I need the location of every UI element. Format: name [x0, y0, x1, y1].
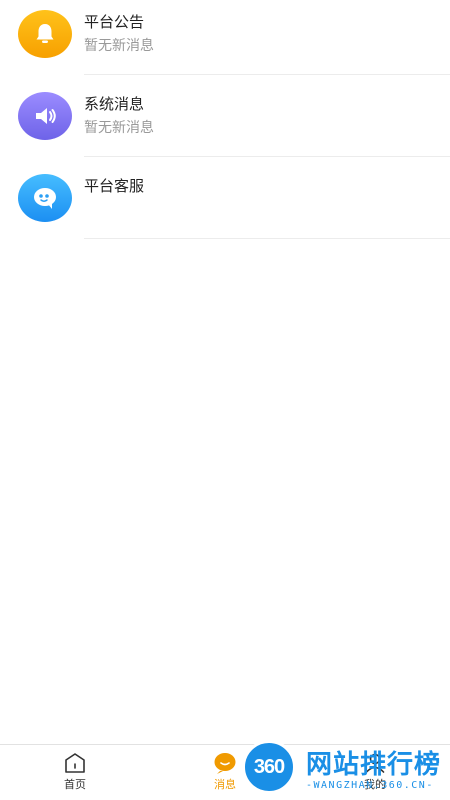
- message-item-announcement[interactable]: 平台公告 暂无新消息: [0, 0, 450, 82]
- tab-home[interactable]: 首页: [30, 745, 120, 800]
- message-subtitle: 暂无新消息: [84, 120, 154, 136]
- chat-bubble-icon: [18, 174, 72, 222]
- profile-icon: [363, 752, 387, 774]
- message-title: 平台公告: [84, 13, 145, 31]
- message-icon: [213, 752, 237, 774]
- divider: [84, 156, 450, 157]
- divider: [84, 238, 450, 239]
- bell-icon: [18, 10, 72, 58]
- tab-label: 首页: [64, 778, 86, 791]
- message-item-system[interactable]: 系统消息 暂无新消息: [0, 82, 450, 164]
- message-list: 平台公告 暂无新消息 系统消息 暂无新消息 平台客服: [0, 0, 450, 246]
- bottom-tab-bar: 首页 消息 我的: [0, 744, 450, 800]
- speaker-icon: [18, 92, 72, 140]
- message-subtitle: 暂无新消息: [84, 38, 154, 54]
- home-icon: [63, 752, 87, 774]
- message-title: 平台客服: [84, 177, 145, 195]
- tab-label: 我的: [364, 778, 386, 791]
- tab-message[interactable]: 消息: [180, 745, 270, 800]
- message-item-customer-service[interactable]: 平台客服: [0, 164, 450, 246]
- tab-label: 消息: [214, 778, 236, 791]
- divider: [84, 74, 450, 75]
- tab-profile[interactable]: 我的: [330, 745, 420, 800]
- message-title: 系统消息: [84, 95, 145, 113]
